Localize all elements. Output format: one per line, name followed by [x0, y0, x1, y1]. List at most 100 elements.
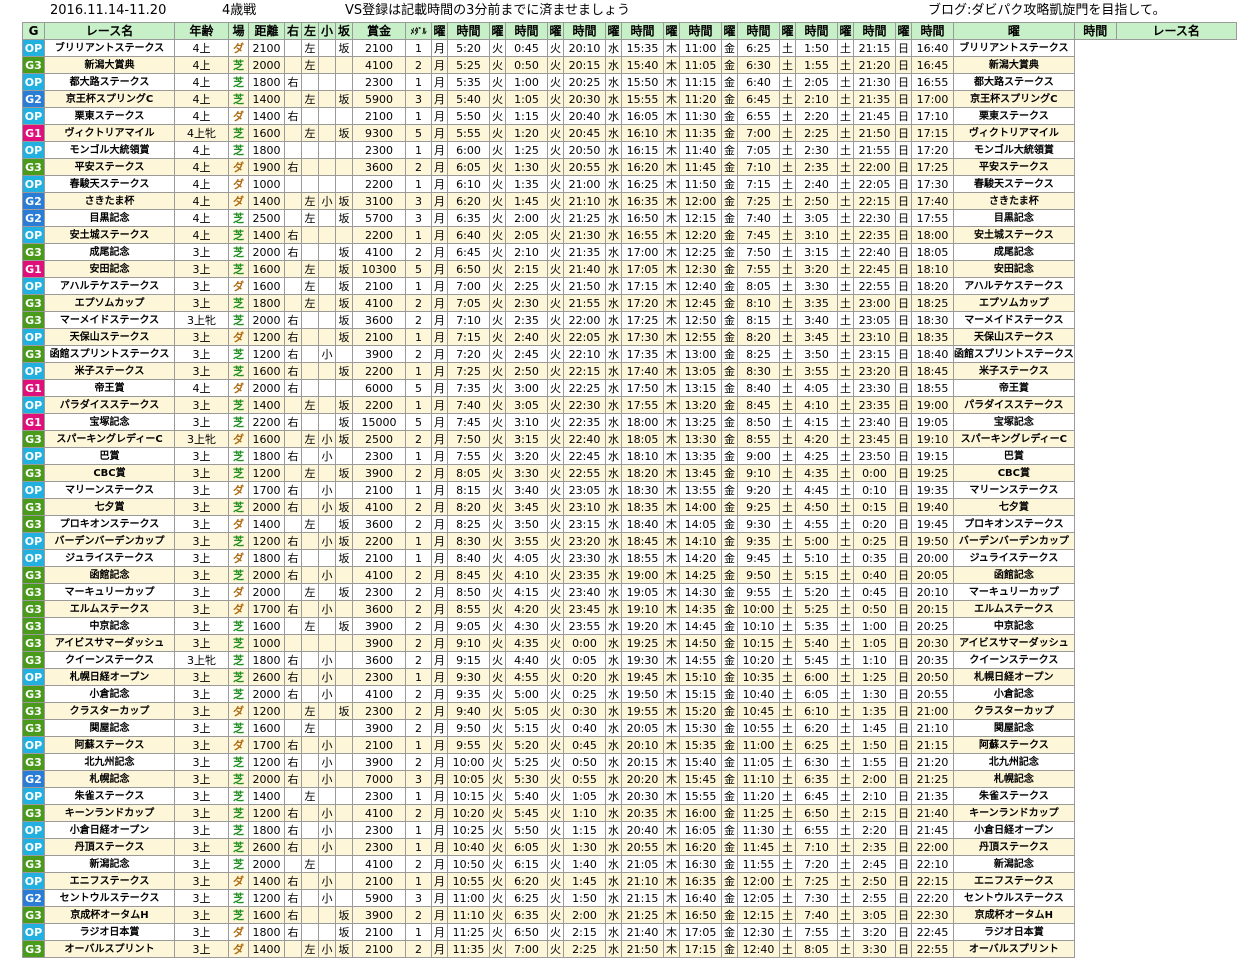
prize-cell: 2300	[352, 141, 406, 159]
age-cell: 3上	[174, 821, 229, 839]
weekday-cell: 土	[837, 702, 854, 720]
time-cell: 9:50	[737, 566, 780, 584]
title-bar: 2016.11.14-11.20 4歳戦 VS登録は記載時間の3分前までに済ませ…	[0, 0, 1253, 22]
surface-cell: ダ	[228, 277, 249, 295]
weekday-cell: 火	[547, 124, 564, 142]
race-name: エプソムカップ	[44, 294, 175, 312]
weekday-cell: 木	[663, 464, 680, 482]
race-name-right: エルムステークス	[953, 600, 1075, 618]
race-name-right: 函館記念	[953, 566, 1075, 584]
small-track-cell	[318, 209, 336, 227]
time-cell: 9:45	[737, 549, 780, 567]
distance-cell: 1400	[248, 787, 285, 805]
prize-cell: 9300	[352, 124, 406, 142]
time-cell: 2:35	[853, 838, 896, 856]
grade-badge: OP	[22, 39, 45, 57]
race-schedule-table: G レース名 年齢場距離右左小坂賞金 ﾒﾀﾞﾙ曜時間曜時間曜時間曜時間曜時間曜時間曜時…	[22, 22, 1237, 958]
time-cell: 1:00	[505, 73, 548, 91]
left-turn-cell: 左	[301, 260, 319, 278]
weekday-cell: 日	[895, 294, 912, 312]
weekday-cell: 火	[547, 872, 564, 890]
race-name: プロキオンステークス	[44, 515, 175, 533]
weekday-cell: 火	[489, 158, 506, 176]
weekday-cell: 日	[895, 515, 912, 533]
slope-cell	[335, 787, 353, 805]
grade-badge: G3	[22, 294, 45, 312]
time-cell: 23:00	[853, 294, 896, 312]
weekday-cell: 土	[837, 260, 854, 278]
weekday-cell: 金	[721, 651, 738, 669]
time-cell: 2:05	[795, 73, 838, 91]
race-row: OP 都大路ステークス 4上芝 1800 右 2300 1 月 5:35 火 1:00 火 20:25 水…	[22, 73, 1237, 91]
time-cell: 11:20	[737, 787, 780, 805]
time-cell: 15:30	[679, 719, 722, 737]
weekday-cell: 月	[431, 838, 448, 856]
time-cell: 5:10	[795, 549, 838, 567]
left-turn-cell: 左	[301, 124, 319, 142]
time-cell: 9:30	[447, 668, 490, 686]
weekday-cell: 日	[895, 583, 912, 601]
small-track-cell	[318, 39, 336, 57]
surface-cell: 芝	[228, 464, 249, 482]
time-cell: 19:45	[621, 668, 664, 686]
time-cell: 0:10	[853, 481, 896, 499]
weekday-cell: 火	[489, 39, 506, 57]
surface-cell: ダ	[228, 328, 249, 346]
time-cell: 10:25	[447, 821, 490, 839]
weekday-cell: 月	[431, 243, 448, 261]
surface-cell: 芝	[228, 141, 249, 159]
weekday-cell: 木	[663, 549, 680, 567]
weekday-cell: 土	[837, 549, 854, 567]
time-cell: 12:15	[679, 209, 722, 227]
weekday-cell: 火	[547, 855, 564, 873]
weekday-cell: 水	[605, 685, 622, 703]
weekday-cell: 水	[605, 379, 622, 397]
weekday-cell: 土	[837, 192, 854, 210]
prize-cell: 2300	[352, 821, 406, 839]
time-cell: 16:00	[679, 804, 722, 822]
race-name: さきたま杯	[44, 192, 175, 210]
time-cell: 7:05	[447, 294, 490, 312]
left-turn-cell	[301, 770, 319, 788]
small-track-cell	[318, 311, 336, 329]
surface-cell: ダ	[228, 940, 249, 958]
weekday-cell: 水	[605, 447, 622, 465]
weekday-cell: 日	[895, 617, 912, 635]
weekday-cell: 木	[663, 566, 680, 584]
time-cell: 11:10	[447, 906, 490, 924]
surface-cell: 芝	[228, 651, 249, 669]
small-track-cell	[318, 719, 336, 737]
left-turn-cell	[301, 651, 319, 669]
right-turn-cell: 右	[284, 73, 302, 91]
time-cell: 11:00	[447, 889, 490, 907]
time-cell: 11:50	[679, 175, 722, 193]
time-cell: 21:00	[911, 702, 954, 720]
time-cell: 17:05	[679, 923, 722, 941]
race-name: CBC賞	[44, 464, 175, 482]
right-turn-cell	[284, 855, 302, 873]
left-turn-cell	[301, 668, 319, 686]
weekday-cell: 土	[837, 73, 854, 91]
weekday-cell: 土	[779, 515, 796, 533]
weekday-cell: 土	[779, 549, 796, 567]
age-cell: 3上	[174, 855, 229, 873]
time-cell: 19:30	[621, 651, 664, 669]
weekday-cell: 火	[547, 413, 564, 431]
medal-cell: 2	[405, 583, 432, 601]
prize-cell: 2300	[352, 787, 406, 805]
race-row: G3 北九州記念 3上芝 1200 右小 3900 2 月 10:00 火 5:25 火 0:50 水 20…	[22, 753, 1237, 771]
race-name-right: ヴィクトリアマイル	[953, 124, 1075, 142]
weekday-cell: 水	[605, 923, 622, 941]
time-cell: 2:20	[853, 821, 896, 839]
weekday-cell: 金	[721, 209, 738, 227]
race-row: OP ジュライステークス 3上ダ 1800 右坂 2100 1 月 8:40 火 4:05 火 23:3…	[22, 549, 1237, 567]
weekday-cell: 月	[431, 600, 448, 618]
grade-badge: G3	[22, 634, 45, 652]
weekday-cell: 月	[431, 141, 448, 159]
small-track-cell	[318, 855, 336, 873]
small-track-cell	[318, 175, 336, 193]
weekday-cell: 金	[721, 481, 738, 499]
weekday-cell: 土	[779, 362, 796, 380]
time-cell: 18:45	[911, 362, 954, 380]
grade-badge: G3	[22, 685, 45, 703]
